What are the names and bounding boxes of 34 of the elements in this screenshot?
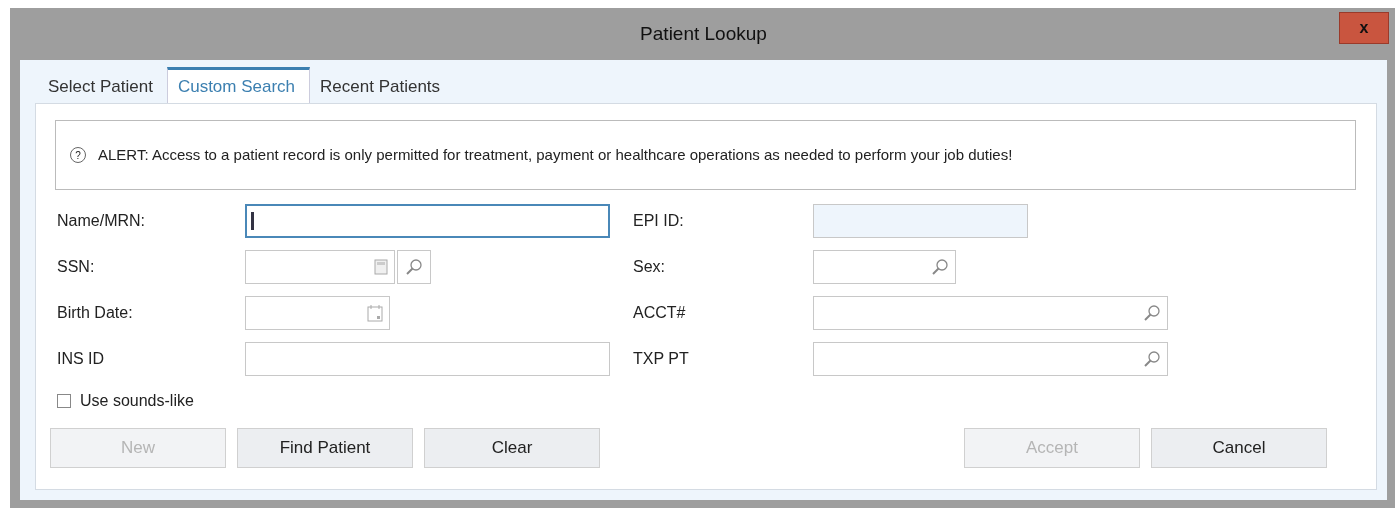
input-field[interactable]: [245, 204, 610, 238]
input-field[interactable]: [813, 296, 1168, 330]
search-icon[interactable]: [1143, 350, 1161, 368]
field-label: INS ID: [57, 350, 106, 368]
checkbox[interactable]: [57, 394, 71, 408]
field-label: Sex:: [633, 258, 666, 276]
input-field[interactable]: [245, 250, 395, 284]
action-button[interactable]: Clear: [424, 428, 600, 468]
input-field[interactable]: [813, 204, 1028, 238]
alert-text: ALERT: Access to a patient record is only permitted for treatment, payment or healthcare operations as needed to perform your job duties!: [98, 145, 1014, 165]
search-icon[interactable]: [1143, 304, 1161, 322]
field-label: TXP PT: [633, 350, 690, 368]
input-field[interactable]: [245, 296, 390, 330]
field-label: SSN:: [57, 258, 96, 276]
field-label: ACCT#: [633, 304, 687, 322]
field-label: Birth Date:: [57, 304, 134, 322]
search-button[interactable]: [397, 250, 431, 284]
field-label: EPI ID:: [633, 212, 685, 230]
action-button[interactable]: Find Patient: [237, 428, 413, 468]
search-icon: [405, 258, 423, 276]
input-field[interactable]: [813, 250, 956, 284]
close-button[interactable]: x: [1339, 12, 1389, 44]
window-title: Patient Lookup: [640, 23, 767, 45]
tab[interactable]: Custom Search: [166, 67, 311, 103]
field-label: Name/MRN:: [57, 212, 146, 230]
action-button[interactable]: Cancel: [1151, 428, 1327, 468]
input-field[interactable]: [813, 342, 1168, 376]
calendar-icon: [367, 304, 383, 322]
keypad-icon: [374, 259, 388, 275]
search-icon[interactable]: [931, 258, 949, 276]
input-field[interactable]: [245, 342, 610, 376]
tab[interactable]: Recent Patients: [310, 71, 455, 103]
tab[interactable]: Select Patient: [38, 71, 167, 103]
checkbox-label[interactable]: Use sounds-like: [80, 392, 194, 410]
